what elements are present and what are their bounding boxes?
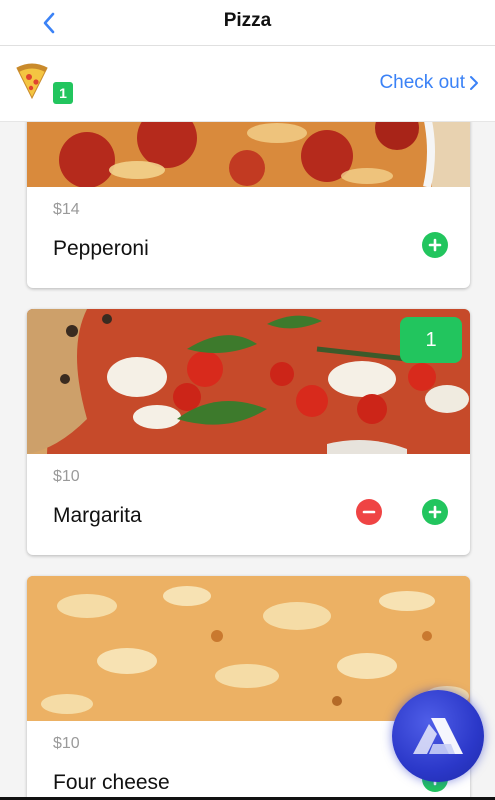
four-cheese-image [27,576,470,721]
navigation-bar: Pizza [0,0,495,46]
plus-circle-icon [428,238,442,252]
pepperoni-image [27,122,470,187]
pepperoni-photo [27,122,470,187]
product-name: Pepperoni [53,237,149,260]
four-cheese-photo [27,576,470,721]
page-title: Pizza [223,10,272,31]
checkout-button[interactable]: Check out [379,72,479,94]
margarita-quantity-badge: 1 [400,317,462,363]
checkout-label: Check out [379,72,465,93]
cart-count-badge: 1 [53,82,73,104]
pizza-slice-icon[interactable] [14,60,50,100]
chevron-right-icon [470,76,478,90]
app-logo-icon [413,718,463,754]
product-name: Margarita [53,504,142,527]
assistant-fab-button[interactable] [392,690,484,782]
app-screen: Pizza 1 Check out $14 Pepperoni 1 $10 Ma… [0,0,495,800]
product-price: $14 [53,201,80,218]
plus-circle-icon [428,505,442,519]
product-price: $10 [53,735,80,752]
remove-margarita-button[interactable] [356,499,382,525]
margarita-photo: 1 [27,309,470,454]
minus-circle-icon [362,510,376,514]
product-price: $10 [53,468,80,485]
add-margarita-button[interactable] [422,499,448,525]
order-bar: 1 Check out [0,46,495,122]
product-name: Four cheese [53,771,170,794]
add-pepperoni-button[interactable] [422,232,448,258]
product-card-margarita: 1 $10 Margarita [27,309,470,555]
product-card-pepperoni: $14 Pepperoni [27,122,470,288]
